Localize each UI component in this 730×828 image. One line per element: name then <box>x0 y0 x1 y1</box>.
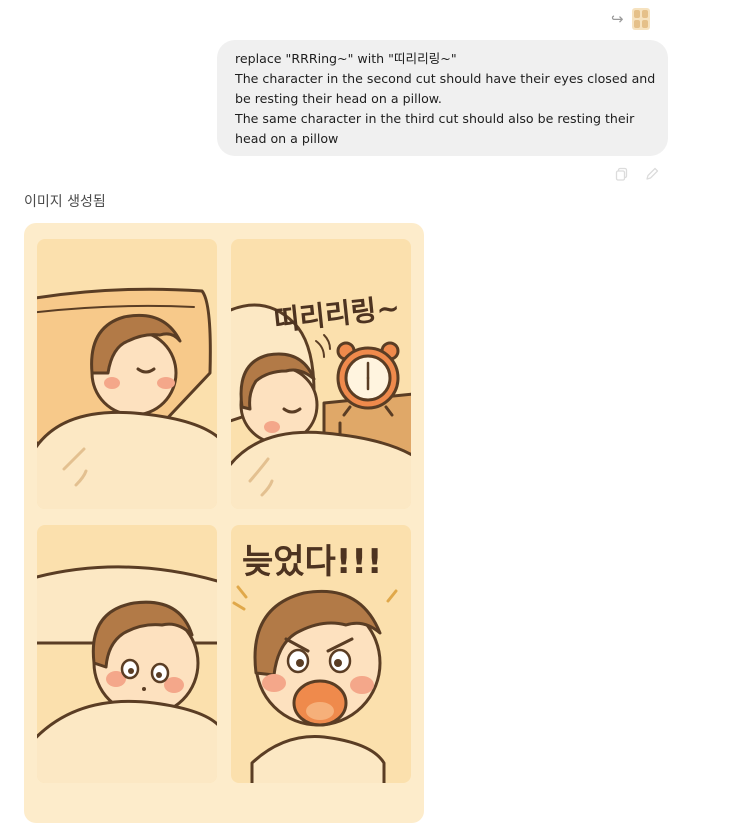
comic-panel-4: 늦었다!!! <box>231 525 411 783</box>
message-line: head on a pillow <box>235 131 339 146</box>
user-message-bubble: replace "RRRing~" with "띠리리링~" The chara… <box>217 40 668 156</box>
message-line: The character in the second cut should h… <box>235 71 656 86</box>
copy-icon[interactable] <box>614 166 630 182</box>
attachment-thumbnail[interactable] <box>632 8 650 30</box>
generated-image[interactable]: 띠리리링~ 늦었다!!! <box>24 223 424 823</box>
image-generated-label: 이미지 생성됨 <box>24 194 106 210</box>
comic-panel-3 <box>37 525 217 783</box>
message-line: replace "RRRing~" with "띠리리링~" <box>235 51 457 66</box>
comic-panel-1 <box>37 239 217 509</box>
comic-panel-2: 띠리리링~ <box>231 239 411 509</box>
reply-arrow-icon: ↪ <box>611 10 624 28</box>
edit-pencil-icon[interactable] <box>644 166 660 182</box>
message-actions <box>614 166 664 184</box>
message-line: The same character in the third cut shou… <box>235 111 635 126</box>
message-line: be resting their head on a pillow. <box>235 91 442 106</box>
panel-4-exclamation-text: 늦었다!!! <box>242 542 382 582</box>
